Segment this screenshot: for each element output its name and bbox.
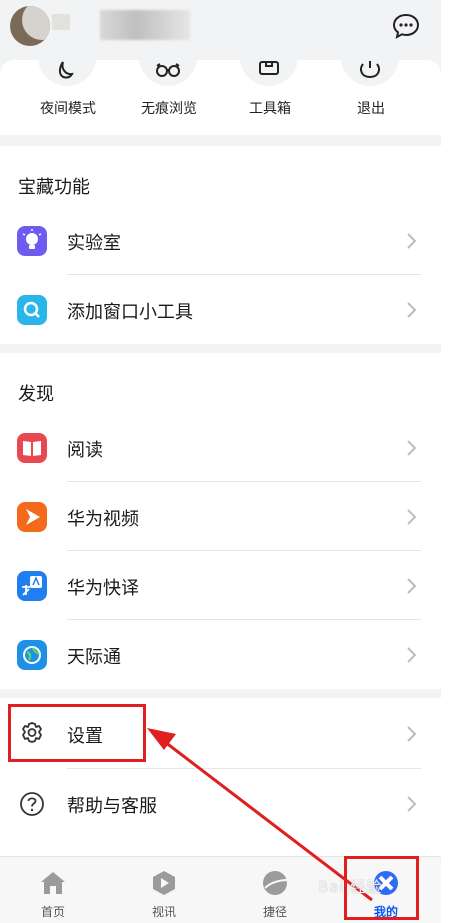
highlight-box-settings <box>8 704 146 762</box>
quick-tool-label: 夜间模式 <box>40 101 96 117</box>
chevron-right-icon <box>407 440 417 456</box>
divider <box>67 768 421 769</box>
video-play-icon <box>17 502 47 532</box>
quick-tool-label: 退出 <box>357 101 385 117</box>
quick-tool-label: 无痕浏览 <box>141 101 197 117</box>
chevron-right-icon <box>407 578 417 594</box>
list-item-reading[interactable]: 阅读 <box>0 414 441 483</box>
list-item-skytone[interactable]: 天际通 <box>0 621 441 690</box>
chevron-right-icon <box>407 796 417 812</box>
right-margin <box>441 0 458 922</box>
home-icon <box>41 872 65 894</box>
glasses-icon <box>156 63 180 77</box>
chevron-right-icon <box>407 233 417 249</box>
list-item-label: 华为视频 <box>67 509 139 530</box>
nav-label: 首页 <box>40 905 65 919</box>
list-item-label: 天际通 <box>67 647 121 668</box>
search-widget-icon <box>17 295 47 325</box>
toolbox-icon <box>259 61 279 75</box>
list-item-label: 帮助与客服 <box>67 796 157 817</box>
watermark: Bai 经验 <box>318 878 383 896</box>
book-icon <box>17 433 47 463</box>
chevron-right-icon <box>407 302 417 318</box>
list-item-lab[interactable]: 实验室 <box>0 207 441 276</box>
section-title: 发现 <box>18 384 54 405</box>
translate-icon <box>17 571 47 601</box>
list-item-huawei-video[interactable]: 华为视频 <box>0 483 441 552</box>
divider <box>67 619 421 620</box>
chevron-right-icon <box>407 726 417 742</box>
lightbulb-icon <box>17 226 47 256</box>
list-item-label: 阅读 <box>67 440 103 461</box>
list-item-huawei-translate[interactable]: 华为快译 <box>0 552 441 621</box>
chevron-right-icon <box>407 509 417 525</box>
message-icon[interactable] <box>392 12 420 40</box>
nav-home[interactable]: 首页 <box>13 857 93 923</box>
power-icon <box>360 61 380 79</box>
nav-video[interactable]: 视讯 <box>124 857 204 923</box>
list-item-add-widget[interactable]: 添加窗口小工具 <box>0 276 441 345</box>
username-blur <box>52 14 70 30</box>
shortcut-icon <box>263 871 288 895</box>
divider <box>67 481 421 482</box>
nav-label: 视讯 <box>151 905 176 919</box>
section-title: 宝藏功能 <box>18 177 90 198</box>
globe-icon <box>17 640 47 670</box>
moon-icon <box>58 61 74 79</box>
quick-tool-label: 工具箱 <box>249 101 291 117</box>
divider <box>67 550 421 551</box>
list-item-label: 实验室 <box>67 233 121 254</box>
nav-shortcut[interactable]: 捷径 <box>235 857 315 923</box>
chevron-right-icon <box>407 647 417 663</box>
divider <box>67 274 421 275</box>
treasure-section: 宝藏功能 实验室 添加窗口小工具 <box>0 146 441 344</box>
username-blur-2 <box>100 10 190 40</box>
list-item-label: 华为快译 <box>67 578 139 599</box>
avatar[interactable] <box>10 6 50 46</box>
nav-label: 捷径 <box>262 905 287 919</box>
help-icon <box>20 792 44 816</box>
list-item-help[interactable]: 帮助与客服 <box>0 770 441 839</box>
list-item-label: 添加窗口小工具 <box>67 302 193 323</box>
video-icon <box>153 871 175 895</box>
discover-section: 发现 阅读 华为视频 华为快译 天际通 <box>0 353 441 689</box>
quick-tools-card: 夜间模式 无痕浏览 工具箱 退出 <box>0 44 441 135</box>
